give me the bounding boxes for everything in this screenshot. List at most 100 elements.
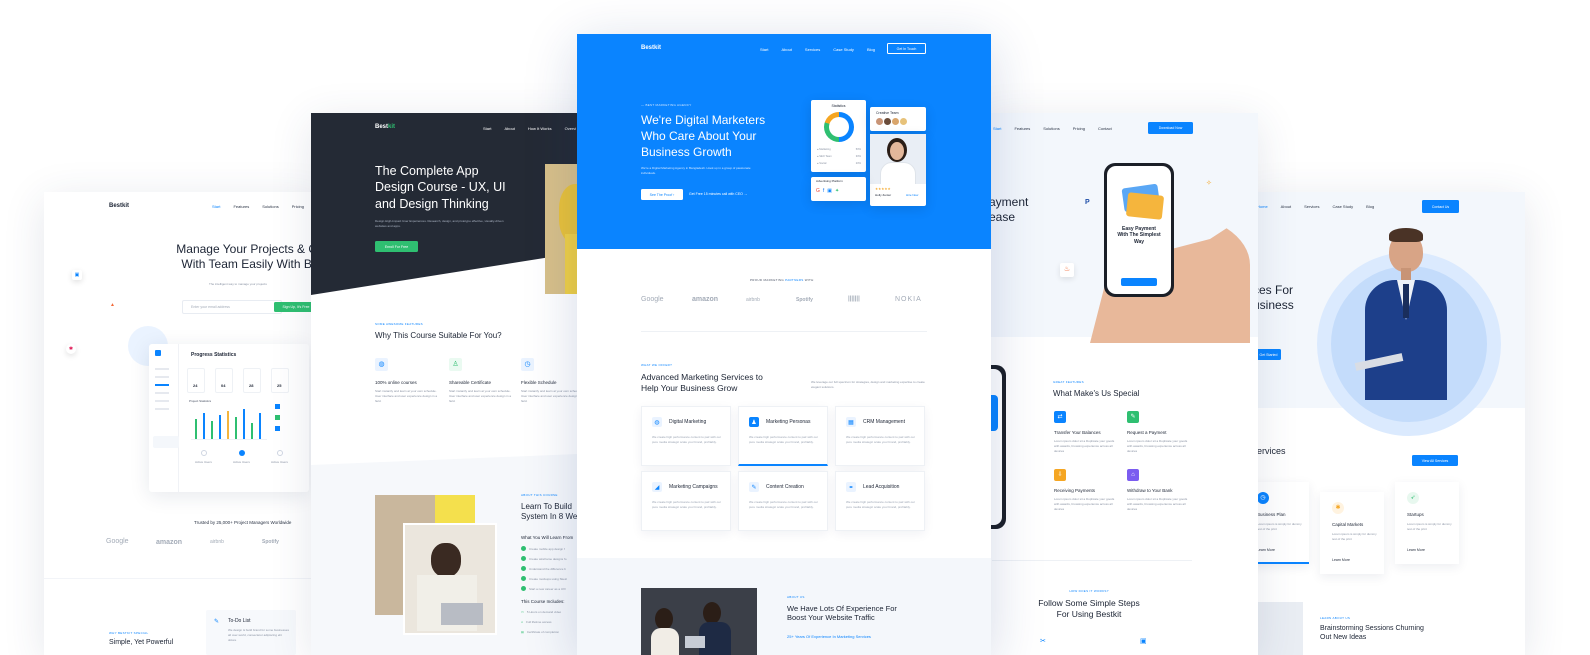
nav-item-contact[interactable]: Contact	[1098, 126, 1112, 131]
nav-item-pricing[interactable]: Pricing	[1073, 126, 1085, 131]
logo[interactable]: Bestkit	[641, 45, 661, 51]
stat-row: ● Marketing 50%	[817, 148, 861, 151]
nav-item-start[interactable]: Start	[760, 47, 768, 52]
get-in-touch-button[interactable]: Get In Touch	[887, 43, 926, 54]
person-card: ★★★★★ Holly Zenter Hire Now	[870, 134, 926, 206]
hire-link[interactable]: Hire Now	[906, 193, 918, 198]
creative-team-card: Creative Team	[870, 107, 926, 131]
nav-item-services[interactable]: Services	[805, 47, 820, 52]
include-item: ▤ Certificate of completion	[521, 630, 560, 634]
platform-title: Advertising Platform	[816, 179, 843, 183]
download-button[interactable]: Download Now	[1148, 122, 1193, 134]
partner-spotify: Spotify	[796, 297, 813, 303]
plan-link[interactable]: Learn More	[1407, 548, 1425, 552]
email-input[interactable]: Enter your email address	[182, 300, 282, 314]
feature-icon-clock: ◷	[521, 358, 534, 371]
hero-title: We're Digital Marketers Who Care About Yo…	[641, 113, 766, 160]
bottom-title: Simple, Yet Powerful	[109, 639, 174, 646]
nav-item-solutions[interactable]: Solutions	[262, 204, 278, 209]
edit-icon: ✎	[749, 482, 759, 492]
dashboard-logo	[155, 350, 161, 356]
nav-item-services[interactable]: Services	[1304, 204, 1319, 209]
plan-link[interactable]: Learn More	[1257, 548, 1275, 552]
nav-item-about[interactable]: About	[1281, 204, 1291, 209]
chart-icon: ◢	[652, 482, 662, 492]
view-all-services-button[interactable]: View All Services	[1412, 455, 1458, 466]
globe-icon: ◍	[652, 417, 662, 427]
get-started-button[interactable]: Get Started	[1256, 349, 1281, 360]
feature-title: Flexible Schedule	[521, 380, 557, 385]
template-card-project-management[interactable]: Bestkit Start Features Solutions Pricing…	[44, 192, 324, 655]
service-text: We create high performance content to pa…	[652, 500, 721, 509]
nav-item-case-study[interactable]: Case Study	[833, 47, 854, 52]
service-title: Content Creation	[766, 484, 804, 490]
nav-item-case-study[interactable]: Case Study	[1332, 204, 1353, 209]
template-card-marketing[interactable]: Bestkit Start About Services Case Study …	[577, 34, 991, 655]
template-card-course[interactable]: Bestkit Start About How It Works Overvi …	[311, 113, 601, 655]
nav-item-about[interactable]: About	[781, 47, 791, 52]
free-call-link[interactable]: Get Free 15 minutes call with CEO →	[689, 192, 747, 196]
side-tiles	[275, 404, 297, 444]
divider	[992, 560, 1192, 561]
brand-spotify: Spotify	[262, 539, 279, 545]
nav-item-features[interactable]: Features	[233, 204, 249, 209]
logo[interactable]: Bestkit	[109, 203, 129, 209]
hero-title: The Complete App Design Course - UX, UI an…	[375, 164, 506, 211]
service-card-lead-acquisition[interactable]: ⚭ Lead Acquisition We create high perfor…	[835, 471, 925, 531]
nav-item-pricing[interactable]: Pricing	[292, 204, 304, 209]
nav-item-features[interactable]: Features	[1014, 126, 1030, 131]
feature-icon-request: ✎	[1127, 411, 1139, 423]
see-proof-button[interactable]: See The Proof ›	[641, 189, 683, 200]
nav-menu: Start Features Solutions Pricing	[212, 204, 304, 209]
nav-menu: Home About Services Case Study Blog	[1257, 204, 1374, 209]
feature-text: Start instantly and learn at your own sc…	[375, 389, 438, 403]
progress-label: Active Users	[233, 460, 250, 464]
platform-icons: Gf ▣ ✦	[816, 188, 840, 194]
person-photo	[870, 134, 926, 184]
partner-airbnb: airbnb	[746, 297, 760, 303]
nav-item-solutions[interactable]: Solutions	[1043, 126, 1059, 131]
plan-card[interactable]: ✱ Capital Markets Lorem ipsum is simply …	[1320, 492, 1384, 574]
service-card-marketing-campaigns[interactable]: ◢ Marketing Campaigns We create high per…	[641, 471, 731, 531]
service-title: CRM Management	[863, 419, 905, 425]
learn-title: What You Will Learn From	[521, 535, 574, 540]
nav-item-start[interactable]: Start	[993, 126, 1001, 131]
brand-amazon: amazon	[156, 539, 183, 546]
nav-item-start[interactable]: Start	[212, 204, 220, 209]
feature-icon-bank: ⌂	[1127, 469, 1139, 481]
nav-item-about[interactable]: About	[504, 126, 514, 131]
nav-item-blog[interactable]: Blog	[867, 47, 875, 52]
plan-card[interactable]: ➶ Startups Lorem ipsum is simply for dum…	[1395, 482, 1459, 564]
template-card-business[interactable]: Home About Services Case Study Blog Cont…	[1245, 192, 1525, 655]
nav-item-how-it-works[interactable]: How It Works	[528, 126, 552, 131]
service-card-crm-management[interactable]: ▦ CRM Management We create high performa…	[835, 406, 925, 466]
enroll-button[interactable]: Enroll For Free	[375, 241, 418, 252]
service-card-marketing-personas[interactable]: ♟ Marketing Personas We create high perf…	[738, 406, 828, 466]
nav-item-start[interactable]: Start	[483, 126, 491, 131]
nav-menu: Start Features Solutions Pricing Contact	[993, 126, 1112, 131]
contact-button[interactable]: Contact Us	[1422, 200, 1459, 213]
steps-title: Follow Some Simple Steps For Using Bestki…	[1038, 598, 1140, 619]
service-card-digital-marketing[interactable]: ◍ Digital Marketing We create high perfo…	[641, 406, 731, 466]
plan-title: Business Plan	[1257, 512, 1286, 517]
partner-google: Google	[641, 296, 664, 303]
nav-item-home[interactable]: Home	[1257, 204, 1268, 209]
nav-item-overview[interactable]: Overvi	[565, 126, 577, 131]
creative-team-title: Creative Team	[876, 111, 899, 115]
plan-link[interactable]: Learn More	[1332, 558, 1350, 562]
logo[interactable]: Bestkit	[375, 124, 395, 130]
todo-title: To-Do List	[228, 618, 251, 624]
brand-airbnb: airbnb	[210, 539, 224, 545]
stat-row: ● Social 20%	[817, 162, 861, 165]
nav-menu: Start About Services Case Study Blog	[760, 47, 875, 52]
template-card-payment[interactable]: Start Features Solutions Pricing Contact…	[980, 113, 1258, 655]
feature-text: Start instantly and learn at your own sc…	[449, 389, 512, 403]
dashboard-sidebar	[149, 344, 179, 492]
upgrade-box	[153, 436, 179, 448]
stat-row: ● SEO Team 30%	[817, 155, 861, 158]
grid-icon: ▦	[846, 417, 856, 427]
nav-item-blog[interactable]: Blog	[1366, 204, 1374, 209]
service-card-content-creation[interactable]: ✎ Content Creation We create high perfor…	[738, 471, 828, 531]
include-item: ∞ Full lifetime access	[521, 620, 552, 624]
phone-title: Easy Payment With The Simplest Way	[1117, 226, 1161, 245]
